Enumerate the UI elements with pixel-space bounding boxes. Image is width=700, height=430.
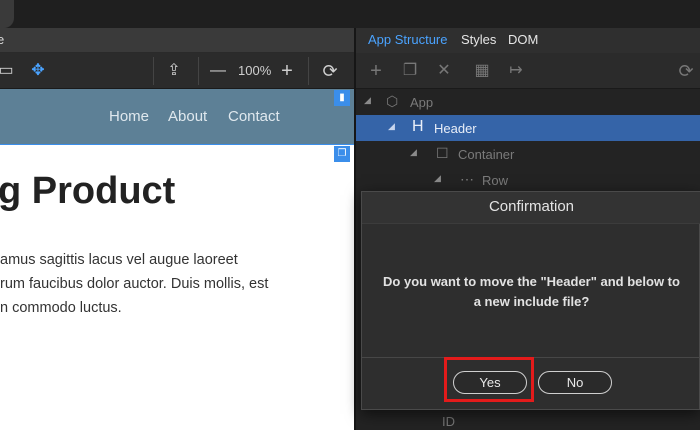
dialog-title: Confirmation <box>362 192 700 224</box>
panel-tabs: App Structure Styles DOM <box>356 28 700 53</box>
hero-paragraph: amus sagittis lacus vel augue laoreet ru… <box>0 248 354 320</box>
dialog-message: Do you want to move the "Header" and bel… <box>362 272 700 312</box>
tree-item-label: Container <box>458 147 515 162</box>
header-icon: H <box>412 118 424 135</box>
refresh-icon[interactable]: ⟳ <box>676 61 696 81</box>
tree-item-label: Header <box>434 121 477 136</box>
group-icon[interactable]: ▦ <box>472 61 492 81</box>
add-icon[interactable]: + <box>366 61 386 81</box>
toolbar-divider <box>153 57 154 85</box>
cube-icon: ⬡ <box>386 93 399 109</box>
row-icon: ⋯ <box>460 171 474 187</box>
expand-arrow-icon[interactable]: ◢ <box>434 173 441 184</box>
hero-line: rum faucibus dolor auctor. Duis mollis, … <box>0 276 269 292</box>
site-header[interactable]: Home About Contact ▮ <box>0 89 354 145</box>
canvas-titlebar: e <box>0 28 354 53</box>
tree-item-header[interactable]: ◢ H Header <box>356 115 700 141</box>
zoom-in-icon[interactable]: + <box>277 61 297 81</box>
nav-link-contact[interactable]: Contact <box>228 108 280 125</box>
tree-item-app[interactable]: ◢ ⬡ App <box>356 89 700 115</box>
hero-line: n commodo luctus. <box>0 300 122 316</box>
tree-item-row[interactable]: ◢ ⋯ Row <box>356 167 700 193</box>
move-icon[interactable]: ✥ <box>28 61 48 81</box>
copy-icon[interactable]: ❐ <box>334 146 350 162</box>
hero-title: g Product <box>0 170 176 212</box>
nav-link-home[interactable]: Home <box>109 108 149 125</box>
desktop-icon[interactable]: ▭ <box>0 61 16 81</box>
tree-item-label: App <box>410 95 434 110</box>
refresh-icon[interactable]: ⟳ <box>320 61 340 81</box>
duplicate-icon[interactable]: ❐ <box>400 61 420 81</box>
selection-outline <box>0 144 354 145</box>
toolbar-divider <box>308 57 309 85</box>
no-button[interactable]: No <box>538 371 612 394</box>
tree-item-container[interactable]: ◢ ☐ Container <box>356 141 700 167</box>
dialog-message-line: Do you want to move the "Header" and bel… <box>383 274 680 289</box>
extract-icon[interactable]: ↦ <box>506 61 526 81</box>
zoom-out-icon[interactable]: — <box>208 61 228 81</box>
title-strip <box>0 0 700 28</box>
property-label-id: ID <box>442 414 455 429</box>
nav-link-about[interactable]: About <box>168 108 207 125</box>
zoom-level: 100% <box>238 63 272 78</box>
delete-icon[interactable]: ▮ <box>334 90 350 106</box>
highlight-box <box>444 357 534 402</box>
expand-arrow-icon[interactable]: ◢ <box>388 121 395 132</box>
app-window: e ▭ ✥ ⇪ — 100% + ⟳ Home About Contact ▮ … <box>0 0 700 430</box>
structure-toolbar: + ❐ ✕ ▦ ↦ ⟳ <box>356 53 700 89</box>
share-icon[interactable]: ⇪ <box>164 61 184 81</box>
tab-dom[interactable]: DOM <box>508 32 538 47</box>
canvas-title: e <box>0 32 5 47</box>
design-canvas[interactable]: e ▭ ✥ ⇪ — 100% + ⟳ Home About Contact ▮ … <box>0 28 354 430</box>
toolbar-divider <box>198 57 199 85</box>
dialog-message-line: a new include file? <box>473 294 590 309</box>
expand-arrow-icon[interactable]: ◢ <box>410 147 417 158</box>
hero-line: amus sagittis lacus vel augue laoreet <box>0 252 238 268</box>
tab-app-structure[interactable]: App Structure <box>368 32 448 47</box>
tab-edge <box>0 0 14 28</box>
tab-styles[interactable]: Styles <box>461 32 496 47</box>
expand-arrow-icon[interactable]: ◢ <box>364 95 371 106</box>
close-icon[interactable]: ✕ <box>434 61 454 81</box>
container-icon: ☐ <box>436 145 449 161</box>
canvas-toolbar: ▭ ✥ ⇪ — 100% + ⟳ <box>0 53 354 89</box>
tree-item-label: Row <box>482 173 509 188</box>
